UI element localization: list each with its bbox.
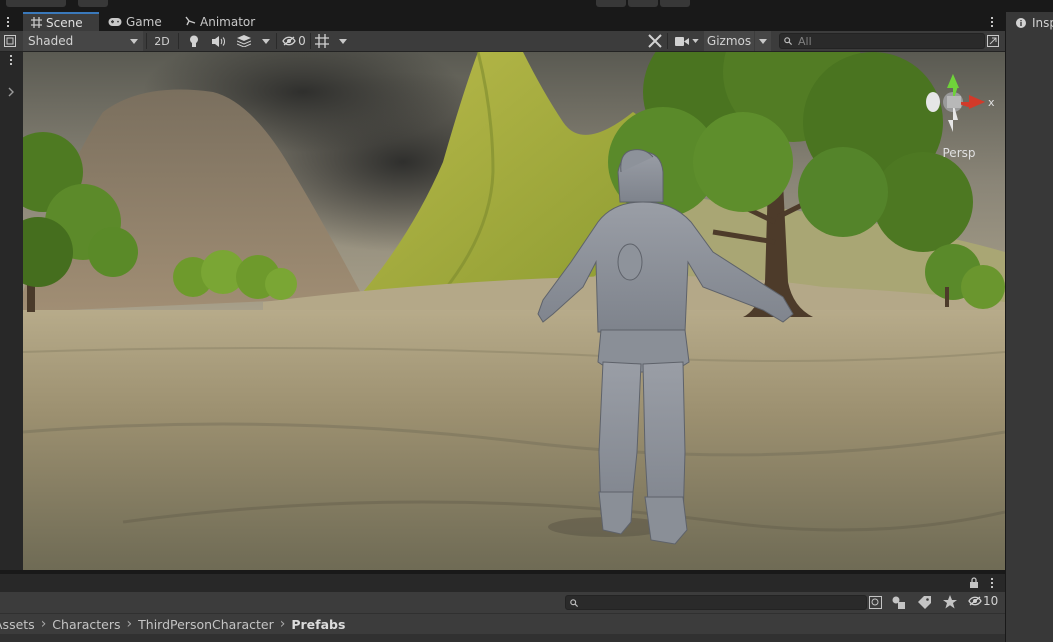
mode-2d-label: 2D xyxy=(154,34,170,48)
camera-icon xyxy=(675,36,689,46)
divider xyxy=(276,33,277,49)
tab-label: Game xyxy=(126,14,162,29)
tab-scene[interactable]: Scene xyxy=(23,12,99,31)
chevron-right-icon: › xyxy=(40,616,47,632)
grid-snap-icon xyxy=(315,34,329,48)
overlay-gutter xyxy=(0,52,23,570)
divider xyxy=(178,33,179,49)
shading-mode-value: Shaded xyxy=(28,34,74,48)
chevron-down-icon xyxy=(262,38,270,44)
gizmos-button[interactable]: Gizmos xyxy=(704,31,754,51)
gizmo-x-label: x xyxy=(988,96,995,109)
animator-icon xyxy=(185,16,196,26)
divider xyxy=(310,33,311,49)
eye-hidden-icon xyxy=(282,36,296,46)
dock-icon[interactable] xyxy=(2,31,18,51)
label-icon[interactable] xyxy=(918,596,931,612)
info-icon xyxy=(1016,18,1026,28)
tab-game[interactable]: Game xyxy=(108,12,168,31)
effects-dropdown[interactable] xyxy=(258,31,274,51)
breadcrumb: Assets › Characters › ThirdPersonCharact… xyxy=(0,613,1005,634)
project-tab-bar xyxy=(0,574,1005,592)
divider xyxy=(146,33,147,49)
more-options-icon[interactable] xyxy=(3,14,13,30)
collab-button[interactable] xyxy=(78,0,108,7)
chevron-down-icon xyxy=(130,38,138,44)
top-strip xyxy=(0,0,1053,12)
project-visibility-toggle[interactable]: 10 xyxy=(968,594,998,608)
account-dropdown[interactable] xyxy=(6,0,66,7)
chevron-down-icon xyxy=(759,38,767,44)
tab-label: Animator xyxy=(200,14,256,29)
effects-toggle[interactable] xyxy=(234,31,254,51)
speaker-icon xyxy=(212,35,225,47)
inspector-panel: Insp xyxy=(1005,12,1053,642)
overlay-menu-icon[interactable] xyxy=(6,53,16,67)
mode-2d-button[interactable]: 2D xyxy=(150,31,174,51)
breadcrumb-item-assets[interactable]: Assets xyxy=(0,617,35,632)
gamepad-icon xyxy=(108,17,122,26)
tab-animator[interactable]: Animator xyxy=(185,12,265,31)
step-button[interactable] xyxy=(660,0,690,7)
scene-visibility-toggle[interactable]: 0 xyxy=(280,31,308,51)
grid-dropdown[interactable] xyxy=(335,31,351,51)
breadcrumb-item-thirdpersoncharacter[interactable]: ThirdPersonCharacter xyxy=(138,617,274,632)
project-menu-icon[interactable] xyxy=(987,576,997,590)
layers-icon xyxy=(237,35,251,47)
filter-type-icon[interactable] xyxy=(892,596,905,612)
gizmos-dropdown[interactable] xyxy=(755,31,771,51)
lighting-toggle[interactable] xyxy=(184,31,204,51)
projection-label: Persp xyxy=(943,146,976,160)
lock-icon[interactable] xyxy=(969,577,979,591)
tools-icon xyxy=(648,34,662,48)
tools-button[interactable] xyxy=(645,31,665,51)
play-button[interactable] xyxy=(596,0,626,7)
gizmos-label: Gizmos xyxy=(706,34,752,48)
maximize-icon[interactable] xyxy=(986,31,1000,51)
scene-search-input[interactable]: All xyxy=(779,33,985,49)
chevron-down-icon xyxy=(692,39,699,43)
camera-settings-dropdown[interactable] xyxy=(671,31,703,51)
chevron-right-icon[interactable] xyxy=(8,86,15,100)
chevron-down-icon xyxy=(339,38,347,44)
tab-label: Scene xyxy=(46,15,83,30)
search-by-type-icon[interactable] xyxy=(869,596,882,612)
search-placeholder: All xyxy=(798,34,812,48)
pause-button[interactable] xyxy=(628,0,658,7)
hidden-count: 0 xyxy=(298,34,306,48)
scene-viewport[interactable]: x Persp xyxy=(23,52,1005,570)
search-icon xyxy=(784,37,792,45)
chevron-right-icon: › xyxy=(126,616,133,632)
project-hidden-count: 10 xyxy=(983,594,999,608)
scene-render: x Persp xyxy=(23,52,1005,570)
inspector-label: Insp xyxy=(1032,16,1053,30)
eye-hidden-icon xyxy=(968,596,982,606)
shading-mode-dropdown[interactable]: Shaded xyxy=(23,31,143,51)
audio-toggle[interactable] xyxy=(209,31,229,51)
grid-toggle[interactable] xyxy=(312,31,332,51)
tab-inspector[interactable]: Insp xyxy=(1016,16,1053,30)
search-icon xyxy=(570,598,578,607)
grid-icon xyxy=(31,17,42,28)
breadcrumb-item-prefabs[interactable]: Prefabs xyxy=(291,617,345,632)
tab-menu-icon[interactable] xyxy=(987,14,997,30)
breadcrumb-item-characters[interactable]: Characters xyxy=(52,617,120,632)
project-search-input[interactable] xyxy=(565,595,867,610)
lightbulb-icon xyxy=(190,35,198,47)
divider xyxy=(667,33,668,49)
project-content xyxy=(0,634,1005,642)
chevron-right-icon: › xyxy=(279,616,286,632)
favorite-star-icon[interactable] xyxy=(943,595,957,612)
